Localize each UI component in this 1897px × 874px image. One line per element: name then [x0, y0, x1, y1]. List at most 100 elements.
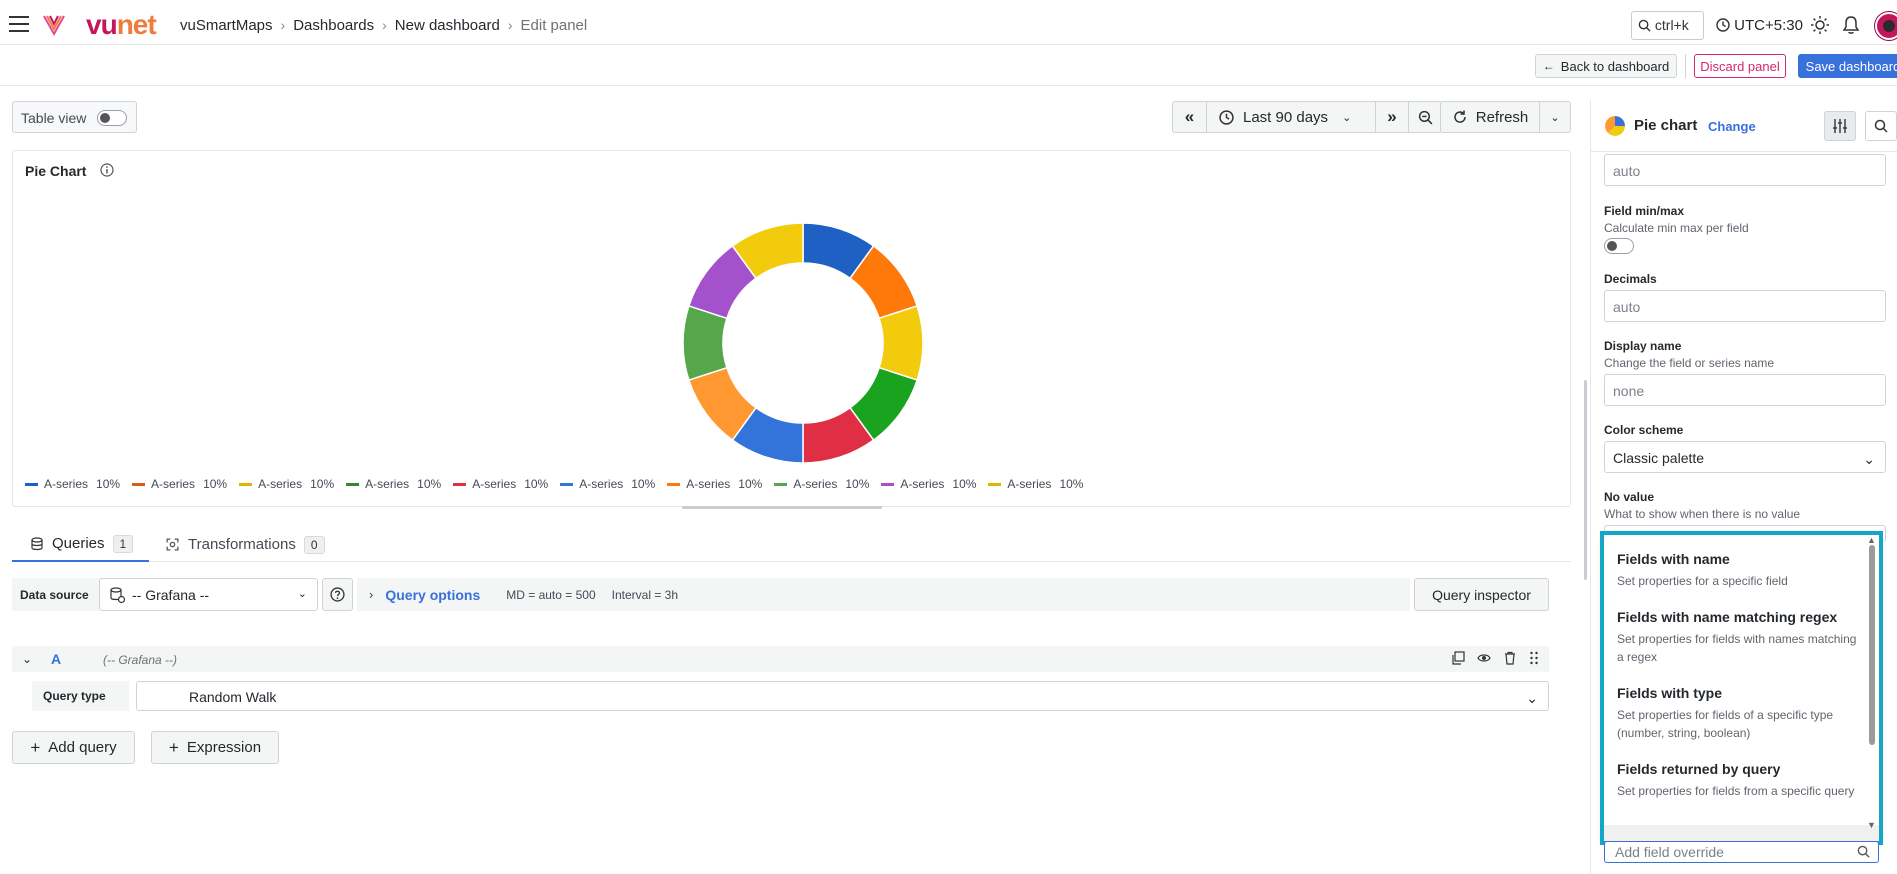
tab-queries[interactable]: Queries 1: [12, 527, 149, 562]
breadcrumb-vusmartmaps[interactable]: vuSmartMaps: [180, 17, 273, 34]
data-source-picker[interactable]: -- Grafana -- ⌄: [99, 578, 318, 611]
user-avatar[interactable]: [1875, 12, 1897, 40]
table-view-toggle[interactable]: Table view: [12, 101, 137, 133]
legend-item[interactable]: A-series 10%: [774, 477, 869, 491]
trash-icon[interactable]: [1503, 651, 1517, 665]
refresh-icon: [1454, 110, 1466, 123]
data-source-help-button[interactable]: [322, 578, 353, 611]
arrow-left-icon: ←: [1542, 59, 1555, 73]
legend-item[interactable]: A-series 10%: [560, 477, 655, 491]
decimals-label: Decimals: [1604, 272, 1657, 286]
legend-item[interactable]: A-series 10%: [453, 477, 548, 491]
add-field-override-input[interactable]: Add field override: [1604, 841, 1879, 863]
color-scheme-label: Color scheme: [1604, 423, 1684, 437]
query-ref-id[interactable]: A: [51, 651, 61, 667]
pie-chart-icon: [1605, 116, 1625, 136]
legend-item[interactable]: A-series 10%: [346, 477, 441, 491]
vunet-logo-text: vunet: [86, 9, 157, 40]
refresh-button[interactable]: Refresh: [1440, 101, 1540, 133]
search-options-button[interactable]: [1865, 111, 1897, 141]
change-visualization-link[interactable]: Change: [1708, 119, 1756, 134]
time-shift-back-button[interactable]: «: [1172, 101, 1207, 133]
clock-icon: [1716, 18, 1730, 32]
legend-item[interactable]: A-series 10%: [667, 477, 762, 491]
decimals-input[interactable]: auto: [1604, 290, 1886, 322]
add-expression-button[interactable]: + Expression: [151, 731, 279, 764]
display-name-input[interactable]: none: [1604, 374, 1886, 406]
legend-percent: 10%: [524, 477, 549, 491]
pie-slice[interactable]: [878, 304, 924, 382]
search-icon: [1638, 19, 1651, 32]
save-dashboard-button[interactable]: Save dashboard: [1798, 54, 1897, 78]
legend-percent: 10%: [417, 477, 442, 491]
eye-icon[interactable]: [1477, 651, 1491, 665]
legend-percent: 10%: [952, 477, 977, 491]
info-icon[interactable]: [100, 163, 114, 177]
add-query-button[interactable]: + Add query: [12, 731, 135, 764]
clock-icon: [1219, 109, 1234, 125]
legend-swatch: [881, 482, 895, 486]
legend-item[interactable]: A-series 10%: [132, 477, 227, 491]
breadcrumb-new-dashboard[interactable]: New dashboard: [395, 17, 500, 34]
zoom-out-button[interactable]: [1408, 101, 1442, 133]
chevron-down-icon[interactable]: ⌄: [22, 652, 32, 666]
breadcrumb: vuSmartMaps › Dashboards › New dashboard › Edi…: [180, 17, 588, 34]
search-button[interactable]: ctrl+k: [1631, 11, 1704, 40]
legend-percent: 10%: [203, 477, 228, 491]
legend-swatch: [132, 482, 146, 486]
legend-item[interactable]: A-series 10%: [239, 477, 334, 491]
legend-swatch: [560, 482, 574, 486]
chevron-down-icon: ⌄: [1342, 111, 1352, 124]
menu-icon[interactable]: [9, 16, 29, 32]
color-scheme-select[interactable]: Classic palette ⌄: [1604, 441, 1886, 473]
legend-label: A-series: [686, 477, 731, 491]
legend-item[interactable]: A-series 10%: [881, 477, 976, 491]
discard-panel-button[interactable]: Discard panel: [1694, 54, 1786, 78]
panel-preview: Pie Chart A-series 10% A-series 10% A-series…: [12, 150, 1571, 507]
panel-edit-toolbar: ← Back to dashboard Discard panel Save da…: [0, 46, 1897, 86]
legend-item[interactable]: A-series 10%: [988, 477, 1083, 491]
notifications-bell-icon[interactable]: [1842, 15, 1860, 35]
query-type-select[interactable]: Random Walk ⌄: [136, 681, 1549, 711]
table-view-switch[interactable]: [97, 110, 127, 126]
query-actions: [1451, 651, 1539, 665]
time-range-picker[interactable]: Last 90 days ⌄: [1206, 101, 1376, 133]
legend-swatch: [774, 482, 788, 486]
legend-label: A-series: [258, 477, 303, 491]
back-to-dashboard-button[interactable]: ← Back to dashboard: [1535, 54, 1677, 78]
legend-item[interactable]: A-series 10%: [25, 477, 120, 491]
breadcrumb-dashboards[interactable]: Dashboards: [293, 17, 374, 34]
panel-resize-handle[interactable]: [682, 506, 882, 509]
legend-label: A-series: [900, 477, 945, 491]
query-inspector-button[interactable]: Query inspector: [1414, 578, 1549, 611]
timezone-button[interactable]: UTC+5:30: [1716, 17, 1803, 34]
query-row-header[interactable]: ⌄ A (-- Grafana --): [12, 646, 1549, 672]
chevron-down-icon: ⌄: [1550, 111, 1560, 124]
tab-transformations[interactable]: Transformations 0: [165, 527, 325, 562]
pie-slice[interactable]: [682, 304, 728, 382]
visualization-name: Pie chart: [1634, 117, 1698, 134]
legend-swatch: [667, 482, 681, 486]
legend-label: A-series: [579, 477, 624, 491]
legend-percent: 10%: [845, 477, 870, 491]
refresh-interval-dropdown[interactable]: ⌄: [1539, 101, 1571, 133]
data-source-label: Data source: [12, 578, 99, 611]
drag-handle-icon[interactable]: [1529, 651, 1539, 665]
refresh-group: Refresh ⌄: [1440, 101, 1571, 133]
field-option-input[interactable]: auto: [1604, 154, 1886, 186]
field-minmax-label: Field min/max: [1604, 204, 1685, 218]
query-options-toggle[interactable]: › Query options MD = auto = 500 Interval…: [357, 578, 1410, 611]
database-icon: [31, 536, 43, 550]
duplicate-query-icon[interactable]: [1451, 651, 1465, 665]
time-shift-forward-button[interactable]: »: [1375, 101, 1409, 133]
no-value-label: No value: [1604, 490, 1655, 504]
options-settings-button[interactable]: [1824, 111, 1856, 141]
legend-percent: 10%: [310, 477, 335, 491]
chevron-down-icon: ⌄: [1526, 690, 1538, 706]
field-minmax-switch[interactable]: [1604, 238, 1634, 254]
interval-text: Interval = 3h: [611, 587, 679, 602]
theme-sun-icon[interactable]: [1810, 15, 1830, 35]
search-icon: [1874, 119, 1888, 133]
transform-icon: [166, 538, 179, 551]
pane-splitter[interactable]: [1584, 380, 1587, 580]
